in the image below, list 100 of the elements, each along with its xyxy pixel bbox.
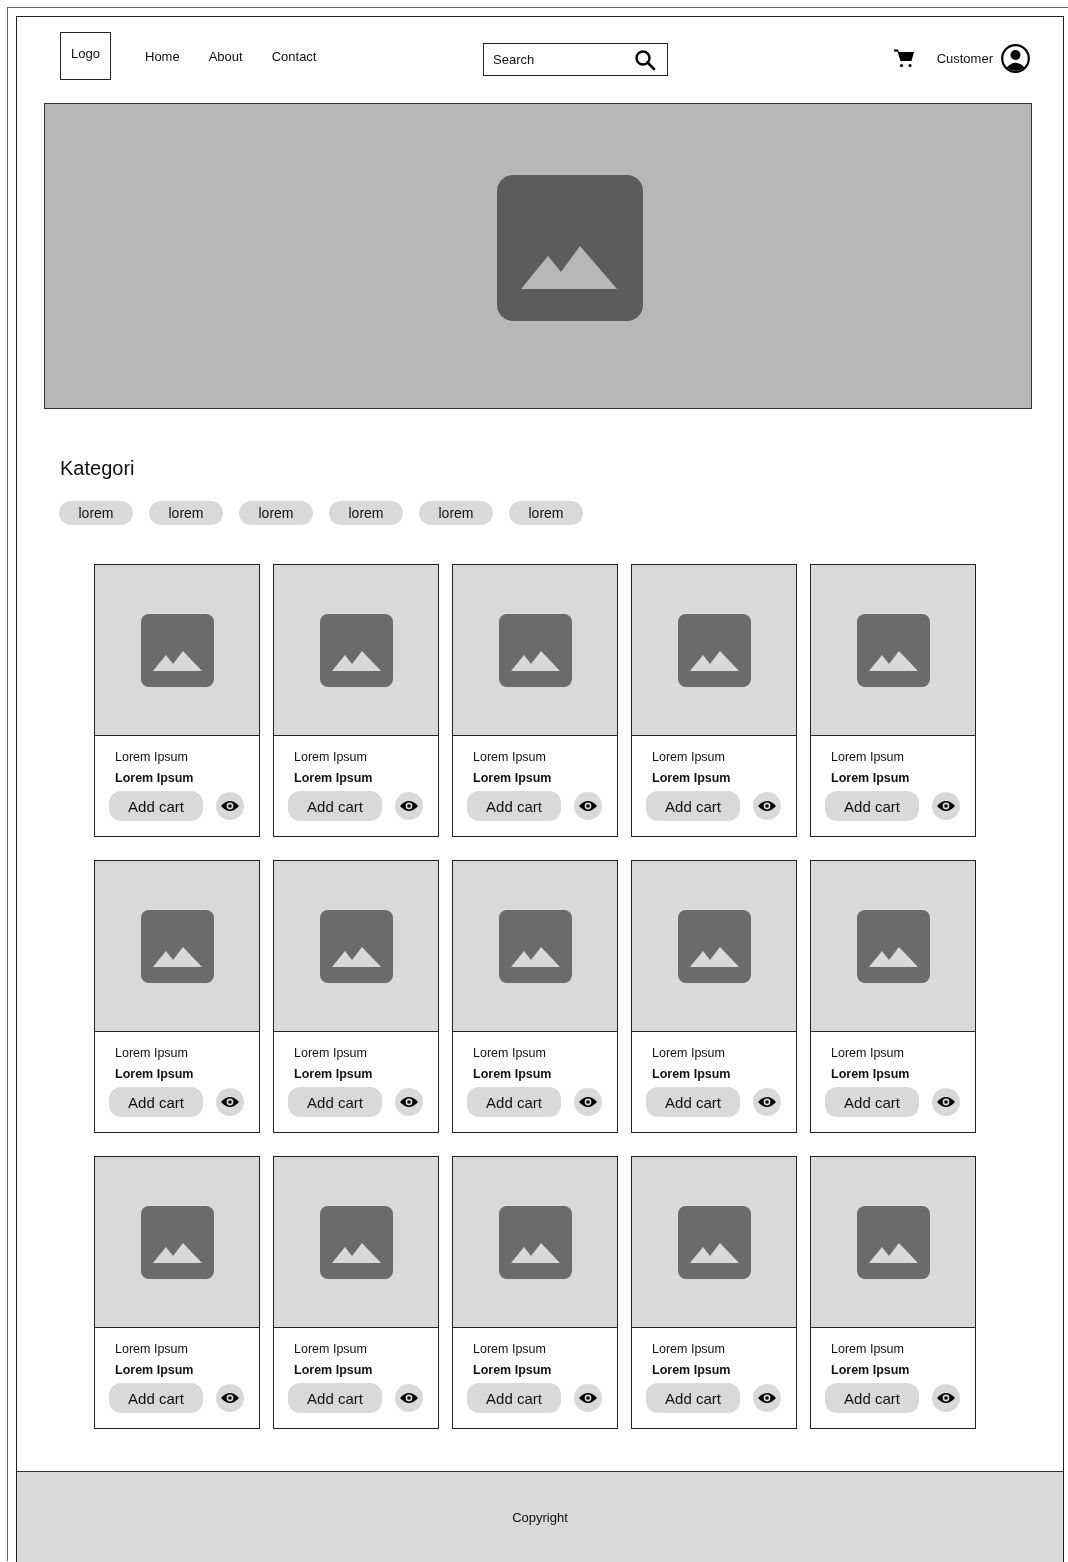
eye-icon — [936, 799, 956, 813]
view-button[interactable] — [574, 1088, 602, 1116]
eye-icon — [757, 1391, 777, 1405]
view-button[interactable] — [574, 792, 602, 820]
category-chip[interactable]: lorem — [59, 501, 133, 525]
product-name: Lorem Ipsum — [473, 1046, 547, 1060]
product-price: Lorem Ipsum — [831, 1363, 911, 1377]
view-button[interactable] — [932, 1384, 960, 1412]
image-placeholder-icon — [319, 613, 393, 687]
eye-icon — [578, 1391, 598, 1405]
product-price: Lorem Ipsum — [652, 1067, 732, 1081]
add-cart-button[interactable]: Add cart — [825, 791, 919, 821]
view-button[interactable] — [574, 1384, 602, 1412]
product-price: Lorem Ipsum — [115, 771, 195, 785]
eye-icon — [399, 1391, 419, 1405]
product-name: Lorem Ipsum — [652, 750, 726, 764]
eye-icon — [399, 799, 419, 813]
add-cart-button[interactable]: Add cart — [288, 791, 382, 821]
view-button[interactable] — [216, 1384, 244, 1412]
image-placeholder-icon — [497, 174, 643, 321]
product-name: Lorem Ipsum — [831, 1046, 905, 1060]
product-price: Lorem Ipsum — [831, 771, 911, 785]
eye-icon — [399, 1095, 419, 1109]
view-button[interactable] — [753, 1088, 781, 1116]
product-name: Lorem Ipsum — [831, 750, 905, 764]
image-placeholder-icon — [677, 909, 751, 983]
view-button[interactable] — [216, 792, 244, 820]
product-name: Lorem Ipsum — [294, 750, 368, 764]
add-cart-button[interactable]: Add cart — [109, 1383, 203, 1413]
view-button[interactable] — [932, 1088, 960, 1116]
product-name: Lorem Ipsum — [831, 1342, 905, 1356]
image-placeholder-icon — [319, 909, 393, 983]
eye-icon — [936, 1391, 956, 1405]
view-button[interactable] — [395, 792, 423, 820]
image-placeholder-icon — [677, 1205, 751, 1279]
cart-icon[interactable] — [892, 48, 915, 68]
add-cart-button[interactable]: Add cart — [825, 1087, 919, 1117]
eye-icon — [578, 799, 598, 813]
logo[interactable]: Logo — [60, 32, 111, 80]
product-price: Lorem Ipsum — [294, 771, 374, 785]
nav-link[interactable]: About — [208, 48, 243, 64]
image-placeholder-icon — [856, 1205, 930, 1279]
image-placeholder-icon — [140, 1205, 214, 1279]
eye-icon — [757, 799, 777, 813]
product-price: Lorem Ipsum — [473, 1067, 553, 1081]
product-price: Lorem Ipsum — [831, 1067, 911, 1081]
eye-icon — [220, 1095, 240, 1109]
image-placeholder-icon — [498, 613, 572, 687]
view-button[interactable] — [216, 1088, 244, 1116]
copyright-text: Copyright — [512, 1509, 568, 1525]
product-price: Lorem Ipsum — [115, 1363, 195, 1377]
add-cart-button[interactable]: Add cart — [646, 791, 740, 821]
product-price: Lorem Ipsum — [473, 771, 553, 785]
view-button[interactable] — [932, 792, 960, 820]
product-name: Lorem Ipsum — [115, 1342, 189, 1356]
account-label[interactable]: Customer — [936, 50, 993, 66]
view-button[interactable] — [753, 792, 781, 820]
image-placeholder-icon — [140, 909, 214, 983]
image-placeholder-icon — [498, 909, 572, 983]
product-name: Lorem Ipsum — [473, 750, 547, 764]
image-placeholder-icon — [319, 1205, 393, 1279]
add-cart-button[interactable]: Add cart — [109, 791, 203, 821]
product-name: Lorem Ipsum — [473, 1342, 547, 1356]
view-button[interactable] — [395, 1384, 423, 1412]
category-chip[interactable]: lorem — [149, 501, 223, 525]
nav-link[interactable]: Home — [145, 48, 180, 64]
view-button[interactable] — [395, 1088, 423, 1116]
add-cart-button[interactable]: Add cart — [109, 1087, 203, 1117]
category-chip[interactable]: lorem — [329, 501, 403, 525]
search-icon[interactable] — [634, 49, 656, 71]
add-cart-button[interactable]: Add cart — [467, 791, 561, 821]
add-cart-button[interactable]: Add cart — [825, 1383, 919, 1413]
add-cart-button[interactable]: Add cart — [288, 1383, 382, 1413]
product-price: Lorem Ipsum — [294, 1363, 374, 1377]
user-icon[interactable] — [1001, 43, 1030, 73]
eye-icon — [220, 1391, 240, 1405]
product-name: Lorem Ipsum — [652, 1046, 726, 1060]
category-chip[interactable]: lorem — [239, 501, 313, 525]
nav-link[interactable]: Contact — [271, 48, 317, 64]
view-button[interactable] — [753, 1384, 781, 1412]
add-cart-button[interactable]: Add cart — [646, 1087, 740, 1117]
product-name: Lorem Ipsum — [652, 1342, 726, 1356]
product-price: Lorem Ipsum — [294, 1067, 374, 1081]
category-chip[interactable]: lorem — [509, 501, 583, 525]
product-name: Lorem Ipsum — [115, 750, 189, 764]
category-chip[interactable]: lorem — [419, 501, 493, 525]
add-cart-button[interactable]: Add cart — [288, 1087, 382, 1117]
image-placeholder-icon — [856, 909, 930, 983]
add-cart-button[interactable]: Add cart — [467, 1087, 561, 1117]
eye-icon — [220, 799, 240, 813]
section-title: Kategori — [60, 457, 135, 480]
image-placeholder-icon — [498, 1205, 572, 1279]
eye-icon — [757, 1095, 777, 1109]
eye-icon — [578, 1095, 598, 1109]
search-field[interactable]: Search — [483, 43, 668, 76]
image-placeholder-icon — [856, 613, 930, 687]
add-cart-button[interactable]: Add cart — [646, 1383, 740, 1413]
product-price: Lorem Ipsum — [652, 1363, 732, 1377]
image-placeholder-icon — [677, 613, 751, 687]
add-cart-button[interactable]: Add cart — [467, 1383, 561, 1413]
